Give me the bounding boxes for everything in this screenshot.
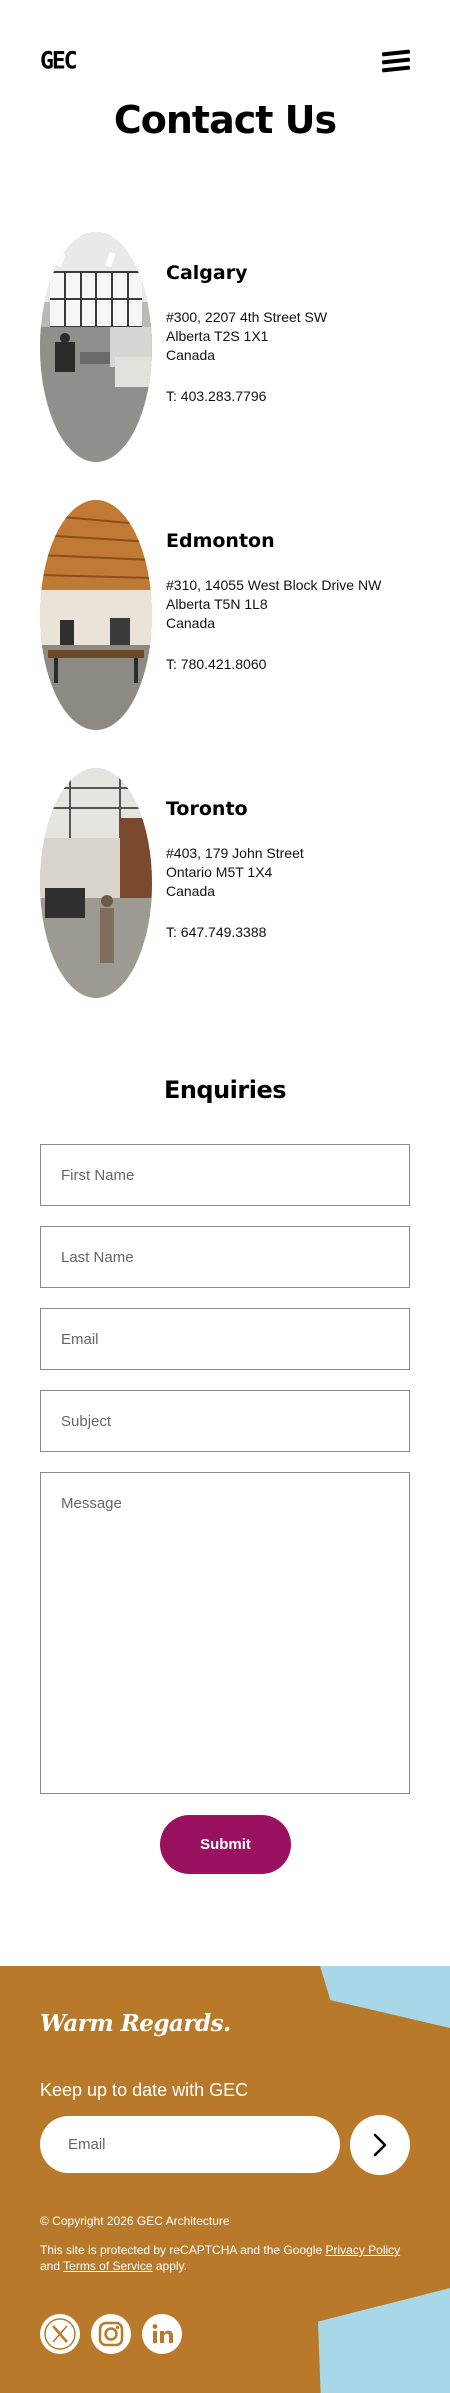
subject-placeholder: Subject <box>61 1413 112 1430</box>
edmonton-address-block: Edmonton #310, 14055 West Block Drive NW… <box>166 530 426 674</box>
recaptcha-prefix: This site is protected by reCAPTCHA and … <box>40 2243 323 2257</box>
location-name: Calgary <box>166 262 248 284</box>
toronto-office-photo <box>40 768 152 998</box>
email-field[interactable]: Email <box>40 1308 410 1370</box>
chevron-right-icon <box>373 2133 387 2157</box>
terms-of-service-link[interactable]: Terms of Service <box>63 2259 152 2273</box>
location-name: Toronto <box>166 798 248 820</box>
location-edmonton: Edmonton #310, 14055 West Block Drive NW… <box>40 500 420 732</box>
calgary-address-block: Calgary #300, 2207 4th Street SW Alberta… <box>166 262 426 406</box>
address-line-2: Ontario M5T 1X4 <box>166 864 273 880</box>
page-title: Contact Us <box>113 98 337 142</box>
privacy-policy-link[interactable]: Privacy Policy <box>325 2243 400 2257</box>
message-placeholder: Message <box>61 1495 122 1512</box>
instagram-link[interactable] <box>91 2314 131 2354</box>
address-country: Canada <box>166 347 216 363</box>
edmonton-office-photo <box>40 500 152 730</box>
newsletter-submit-button[interactable] <box>350 2115 410 2175</box>
phone-number[interactable]: T: 647.749.3388 <box>166 923 426 942</box>
address-line-2: Alberta T5N 1L8 <box>166 596 268 612</box>
address-line-1: #300, 2207 4th Street SW <box>166 309 328 325</box>
first-name-placeholder: First Name <box>61 1167 135 1184</box>
recaptcha-and: and <box>40 2259 61 2273</box>
toronto-address-block: Toronto #403, 179 John Street Ontario M5… <box>166 798 426 942</box>
phone-number[interactable]: T: 403.283.7796 <box>166 387 426 406</box>
gec-logo[interactable]: GEC <box>40 47 78 74</box>
address-line-1: #403, 179 John Street <box>166 845 304 861</box>
address-country: Canada <box>166 883 216 899</box>
decorative-shape-bottom <box>318 2288 450 2393</box>
message-textarea[interactable]: Message <box>40 1472 410 1794</box>
last-name-field[interactable]: Last Name <box>40 1226 410 1288</box>
first-name-field[interactable]: First Name <box>40 1144 410 1206</box>
recaptcha-apply: apply. <box>155 2259 187 2273</box>
calgary-office-photo <box>40 232 152 462</box>
x-twitter-link[interactable] <box>40 2314 80 2354</box>
location-toronto: Toronto #403, 179 John Street Ontario M5… <box>40 768 420 1000</box>
location-calgary: Calgary #300, 2207 4th Street SW Alberta… <box>40 232 420 464</box>
submit-button[interactable]: Submit <box>160 1815 291 1874</box>
newsletter-email-placeholder: Email <box>68 2136 106 2153</box>
enquiries-title: Enquiries <box>163 1076 287 1104</box>
address-line-2: Alberta T2S 1X1 <box>166 328 269 344</box>
subject-field[interactable]: Subject <box>40 1390 410 1452</box>
hamburger-menu-icon[interactable] <box>381 48 412 74</box>
instagram-icon <box>98 2321 124 2347</box>
phone-number[interactable]: T: 780.421.8060 <box>166 655 426 674</box>
address-country: Canada <box>166 615 216 631</box>
email-placeholder: Email <box>61 1331 99 1348</box>
warm-regards-heading: Warm Regards. <box>40 2010 231 2037</box>
copyright-text: © Copyright 2026 GEC Architecture <box>40 2214 230 2228</box>
last-name-placeholder: Last Name <box>61 1249 134 1266</box>
decorative-shape-top <box>320 1966 450 2028</box>
location-name: Edmonton <box>166 530 275 552</box>
address-line-1: #310, 14055 West Block Drive NW <box>166 577 382 593</box>
linkedin-icon <box>152 2324 173 2343</box>
newsletter-email-input[interactable]: Email <box>40 2116 340 2173</box>
site-footer: Warm Regards. Keep up to date with GEC E… <box>0 1966 450 2393</box>
newsletter-label: Keep up to date with GEC <box>40 2080 249 2100</box>
site-header: GEC <box>0 0 450 110</box>
x-twitter-icon <box>44 2318 76 2350</box>
recaptcha-notice: This site is protected by reCAPTCHA and … <box>40 2242 410 2274</box>
linkedin-link[interactable] <box>142 2314 182 2354</box>
